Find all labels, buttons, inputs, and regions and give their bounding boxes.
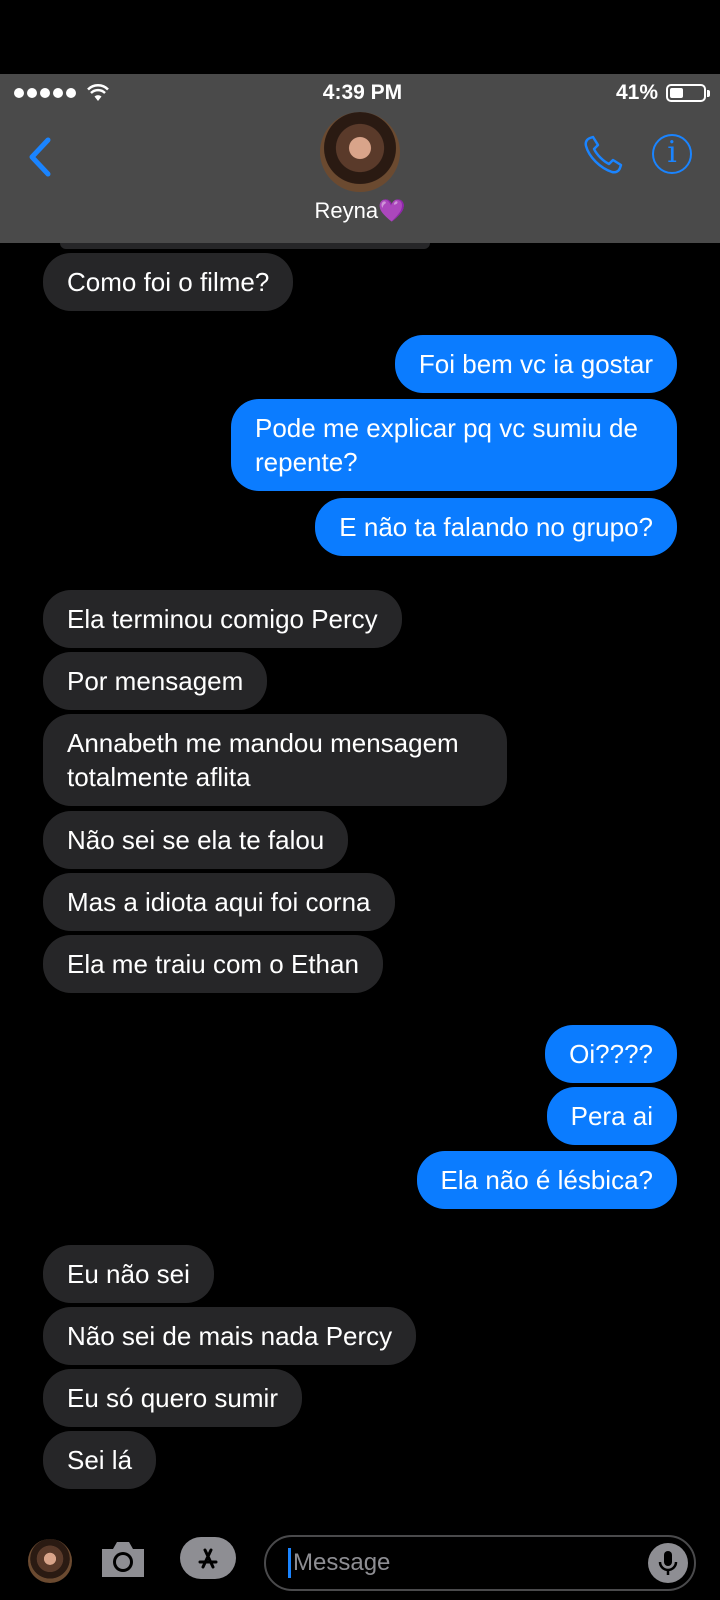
contact-avatar[interactable]	[320, 112, 400, 192]
incoming-message-bubble[interactable]: Ela me traiu com o Ethan	[43, 935, 383, 993]
message-input[interactable]: Message	[264, 1535, 696, 1591]
app-store-icon[interactable]	[180, 1537, 236, 1579]
message-placeholder: Message	[293, 1549, 391, 1576]
phone-icon[interactable]	[580, 132, 626, 178]
microphone-icon[interactable]	[648, 1543, 688, 1583]
incoming-message-bubble[interactable]: Sei lá	[43, 1431, 157, 1489]
outgoing-message-bubble[interactable]: Pera ai	[546, 1087, 677, 1145]
back-chevron-icon[interactable]	[20, 132, 60, 182]
incoming-message-bubble[interactable]: Não sei de mais nada Percy	[43, 1307, 417, 1365]
contact-name[interactable]: Reyna💜	[0, 198, 720, 224]
incoming-message-bubble[interactable]: Por mensagem	[43, 652, 268, 710]
signal-strength-icon	[14, 84, 109, 102]
incoming-message-bubble[interactable]: Eu não sei	[43, 1245, 214, 1303]
status-bar: 4:39 PM 41%	[0, 74, 720, 112]
outgoing-message-bubble[interactable]: Foi bem vc ia gostar	[394, 335, 677, 393]
outgoing-message-bubble[interactable]: Ela não é lésbica?	[416, 1151, 677, 1209]
battery-level	[670, 88, 684, 98]
outgoing-message-bubble[interactable]: E não ta falando no grupo?	[315, 498, 677, 556]
camera-icon[interactable]	[98, 1537, 148, 1581]
incoming-message-bubble[interactable]: Mas a idiota aqui foi corna	[43, 873, 395, 931]
status-time: 4:39 PM	[322, 81, 403, 104]
incoming-message-bubble[interactable]: Eu só quero sumir	[43, 1369, 302, 1427]
outgoing-message-bubble[interactable]: Pode me explicar pq vc sumiu de repente?	[231, 399, 677, 491]
wifi-icon	[87, 84, 109, 101]
incoming-message-bubble[interactable]: Como foi o filme?	[43, 253, 294, 311]
incoming-message-bubble[interactable]: Annabeth me mandou mensagem totalmente a…	[43, 714, 507, 806]
incoming-message-bubble[interactable]: Não sei se ela te falou	[43, 811, 349, 869]
battery-percent: 41%	[615, 81, 658, 104]
battery-icon	[666, 84, 710, 102]
outgoing-message-bubble[interactable]: Oi????	[545, 1025, 677, 1083]
incoming-message-bubble[interactable]: Ela terminou comigo Percy	[43, 590, 402, 648]
memoji-avatar-button[interactable]	[28, 1539, 72, 1583]
conversation-header: Reyna💜 i	[0, 112, 720, 243]
cut-off-message-bubble	[60, 243, 430, 249]
info-icon[interactable]: i	[652, 134, 692, 174]
text-cursor	[288, 1548, 291, 1578]
composer-bar: Message	[0, 1525, 720, 1600]
message-list[interactable]: Como foi o filme? Foi bem vc ia gostar Pod…	[0, 243, 720, 1525]
